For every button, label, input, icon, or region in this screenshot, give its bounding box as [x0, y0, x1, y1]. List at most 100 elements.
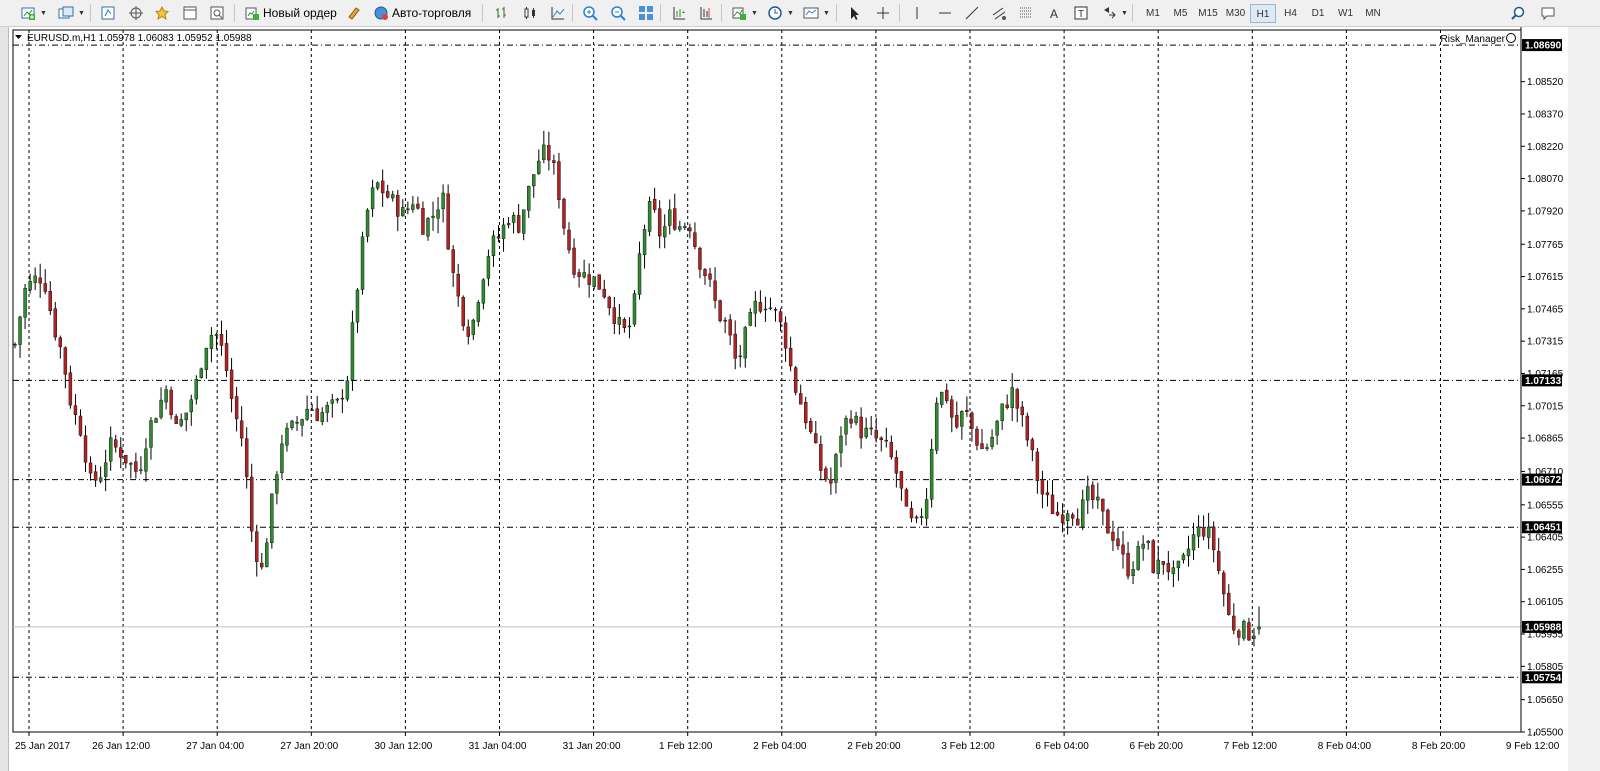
zoom-out-button[interactable] — [606, 2, 630, 24]
templates-button[interactable]: ▼ — [799, 2, 834, 24]
strategy-tester-button[interactable] — [205, 2, 229, 24]
trend-line-button[interactable] — [960, 2, 984, 24]
candle-body-bull — [1242, 621, 1246, 639]
meta-editor-button[interactable] — [342, 2, 366, 24]
candle-body-bear — [88, 462, 93, 474]
timeframe-m5-button[interactable]: M5 — [1168, 4, 1194, 23]
data-window-button[interactable] — [178, 2, 202, 24]
candlestick-icon — [522, 5, 538, 21]
arrows-button[interactable]: ▼ — [1097, 2, 1132, 24]
candle-body-bear — [547, 145, 551, 161]
toolbar-separator — [721, 4, 722, 22]
tile-windows-button[interactable] — [634, 2, 658, 24]
candle-body-bear — [219, 334, 224, 346]
candle-body-bear — [83, 435, 88, 463]
candle-body-bear — [622, 319, 627, 328]
dropdown-caret-icon[interactable]: ▼ — [40, 10, 47, 17]
strategy-tester-icon — [209, 5, 225, 21]
market-watch-button[interactable] — [96, 2, 120, 24]
candle-body-bear — [1091, 484, 1095, 500]
indicators-button[interactable]: ▼ — [727, 2, 762, 24]
dropdown-caret-icon[interactable]: ▼ — [751, 10, 758, 17]
candle-body-bear — [804, 402, 808, 424]
periods-icon — [767, 5, 783, 21]
candle-body-bear — [718, 300, 722, 321]
timeframe-h4-button[interactable]: H4 — [1278, 4, 1304, 23]
profiles-icon — [58, 5, 74, 21]
timeframe-m30-button[interactable]: M30 — [1223, 4, 1249, 23]
timeframe-m15-button[interactable]: M15 — [1195, 4, 1221, 23]
candle-body-bull — [940, 391, 944, 405]
fibonacci-button[interactable] — [1014, 2, 1038, 24]
candle-body-bear — [496, 236, 501, 239]
candle-body-bear — [53, 308, 57, 338]
dropdown-caret-icon[interactable]: ▼ — [823, 10, 830, 17]
timeframe-mn-button[interactable]: MN — [1360, 4, 1386, 23]
navigator-button[interactable] — [124, 2, 148, 24]
dropdown-caret-icon[interactable]: ▼ — [78, 10, 85, 17]
candle-body-bear — [461, 297, 465, 327]
candle-body-bull — [139, 469, 143, 471]
time-tick-label: 3 Feb 12:00 — [941, 741, 995, 752]
price-axis[interactable] — [1521, 27, 1568, 771]
favorites-button[interactable] — [150, 2, 174, 24]
candle-body-bull — [637, 253, 642, 295]
cursor-button[interactable] — [843, 2, 867, 24]
navigator-icon — [128, 5, 144, 21]
vertical-line-button[interactable] — [905, 2, 929, 24]
candle — [446, 184, 450, 250]
timeframe-d1-button[interactable]: D1 — [1305, 4, 1331, 23]
text-button[interactable]: A — [1042, 2, 1066, 24]
auto-scroll-button[interactable] — [667, 2, 691, 24]
candle-body-bull — [275, 474, 279, 494]
market-watch-icon — [100, 5, 116, 21]
line-chart-button[interactable] — [546, 2, 570, 24]
chart-shift-button[interactable] — [694, 2, 718, 24]
candle-body-bear — [793, 367, 798, 393]
candle-body-bear — [552, 160, 556, 164]
candle-body-bear — [340, 397, 345, 400]
toolbar-separator — [1132, 4, 1133, 22]
candle-body-bear — [1126, 552, 1130, 577]
toolbar-separator — [482, 4, 483, 22]
crosshair-button[interactable] — [871, 2, 895, 24]
equidistant-channel-button[interactable] — [987, 2, 1011, 24]
candle-body-bear — [612, 307, 617, 324]
candle-body-bull — [476, 302, 481, 322]
new-order-button[interactable]: Новый ордер — [240, 2, 341, 24]
risk-manager[interactable]: Risk_Manager — [1441, 33, 1516, 46]
candlestick-button[interactable] — [518, 2, 542, 24]
candle-body-bull — [325, 405, 329, 413]
candle-body-bull — [985, 447, 989, 449]
chat-button[interactable] — [1536, 2, 1560, 24]
candle-body-bull — [265, 542, 269, 568]
dropdown-caret-icon[interactable]: ▼ — [787, 10, 794, 17]
candle-body-bull — [647, 201, 652, 232]
autotrading-button[interactable]: Авто-торговля — [369, 2, 475, 24]
candle-body-bull — [1206, 526, 1211, 538]
vertical-line-icon — [909, 5, 925, 21]
candle-body-bear — [73, 405, 78, 416]
candle-body-bear — [385, 191, 390, 198]
profiles-button[interactable]: ▼ — [54, 2, 89, 24]
zoom-in-button[interactable] — [578, 2, 602, 24]
candle-body-bear — [798, 393, 803, 405]
candle-body-bull — [668, 209, 672, 226]
dropdown-caret-icon[interactable]: ▼ — [1121, 10, 1128, 17]
timeframe-m1-button[interactable]: M1 — [1140, 4, 1166, 23]
new-chart-button[interactable]: ▼ — [16, 2, 51, 24]
bar-chart-button[interactable] — [490, 2, 514, 24]
text-label-button[interactable]: T — [1069, 2, 1093, 24]
candle — [1151, 539, 1155, 574]
timeframe-h1-button[interactable]: H1 — [1250, 4, 1276, 23]
timeframe-w1-button[interactable]: W1 — [1333, 4, 1359, 23]
price-chart[interactable]: 1.08520 1.08370 1.08220 1.08070 1.07920 1.077… — [9, 27, 1568, 771]
candle-body-bear — [315, 408, 319, 421]
periods-button[interactable]: ▼ — [763, 2, 798, 24]
candle-body-bear — [174, 416, 178, 424]
search-button[interactable] — [1506, 2, 1530, 24]
candle — [929, 438, 934, 508]
bar-chart-icon — [494, 5, 510, 21]
candle-body-bear — [38, 277, 42, 284]
horizontal-line-button[interactable] — [933, 2, 957, 24]
